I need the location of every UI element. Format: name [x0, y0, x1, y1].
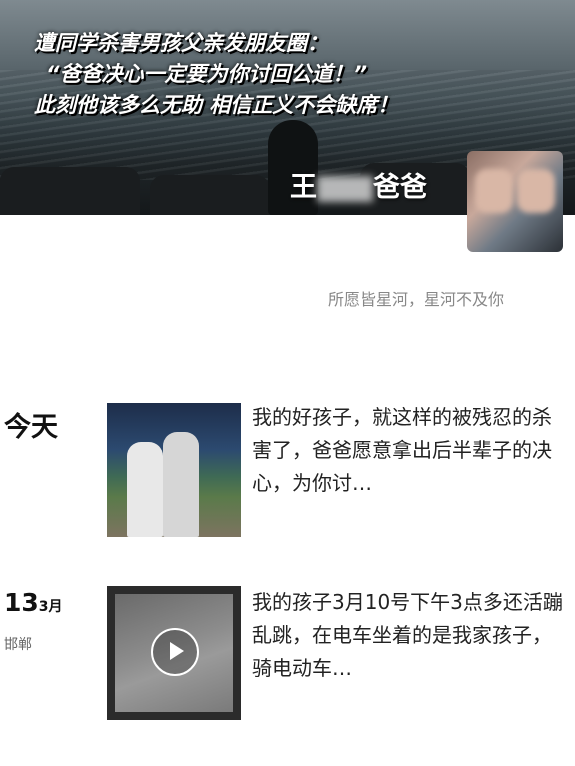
profile-name-prefix: 王	[290, 172, 317, 203]
post-video[interactable]	[107, 586, 241, 720]
redacted-name	[317, 175, 373, 202]
post-text[interactable]: 我的好孩子，就这样的被残忍的杀害了，爸爸愿意拿出后半辈子的决心，为你讨…	[252, 401, 564, 500]
profile-name: 王 爸爸	[290, 165, 427, 204]
blurred-face	[517, 169, 555, 213]
profile-name-suffix: 爸爸	[373, 172, 427, 203]
cover-headline: 遭同学杀害男孩父亲发朋友圈： “爸爸决心一定要为你讨回公道！” 此刻他该多么无助…	[34, 28, 398, 121]
post-text[interactable]: 我的孩子3月10号下午3点多还活蹦乱跳，在电车坐着的是我家孩子，骑电动车…	[252, 586, 564, 685]
post-date: 133月	[0, 588, 100, 628]
blurred-face	[475, 169, 513, 213]
photo-figure	[127, 442, 163, 537]
post-location[interactable]: 邯郸	[4, 634, 32, 654]
headline-line: 遭同学杀害男孩父亲发朋友圈：	[34, 31, 328, 55]
post-date: 今天	[4, 412, 58, 443]
profile-signature: 所愿皆星河，星河不及你	[328, 290, 505, 309]
avatar[interactable]	[467, 151, 563, 252]
post-month: 3月	[38, 599, 63, 615]
headline-line: “爸爸决心一定要为你讨回公道！”	[46, 62, 368, 86]
post-day: 133月	[4, 588, 63, 617]
rock	[0, 167, 140, 215]
play-icon[interactable]	[151, 628, 199, 676]
post-photo[interactable]	[107, 403, 241, 537]
photo-figure	[163, 432, 199, 537]
rock	[150, 175, 270, 215]
headline-line: 此刻他该多么无助 相信正义不会缺席！	[34, 93, 399, 117]
